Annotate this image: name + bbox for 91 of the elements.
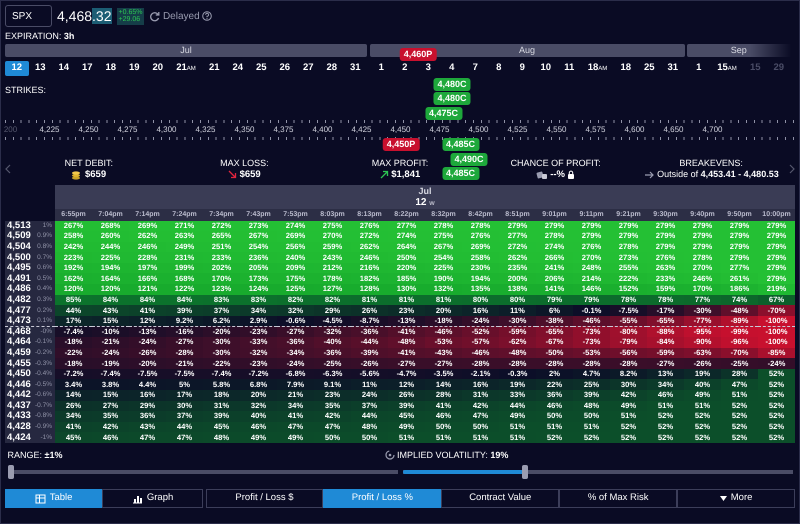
date-tab[interactable]: 1: [370, 61, 393, 76]
lock-icon: [567, 170, 576, 179]
stat-value: --%: [550, 169, 565, 180]
metric-tab[interactable]: Profit / Loss %: [323, 489, 442, 508]
strikes-label: STRIKES:: [5, 85, 46, 95]
axis-label: 4,525: [506, 124, 529, 136]
month-bar[interactable]: Sep: [687, 44, 790, 57]
date-tab[interactable]: 3: [416, 61, 440, 76]
chevron-left-icon: [5, 164, 11, 174]
stat-label: NET DEBIT:: [64, 158, 113, 168]
axis-label: 4,375: [272, 124, 295, 136]
date-tab[interactable]: 8: [487, 61, 510, 76]
axis-label: 4,325: [194, 124, 217, 136]
axis-label: 4,550: [545, 124, 568, 136]
symbol-field[interactable]: SPX: [5, 5, 52, 27]
axis-label: 4,450: [389, 124, 412, 136]
view-tab[interactable]: Graph: [102, 489, 203, 508]
date-tab[interactable]: 27: [296, 61, 320, 76]
date-tab[interactable]: 31: [661, 61, 684, 76]
arrow-down-right-icon: [228, 170, 238, 179]
strike-tag[interactable]: 4,460P: [400, 48, 436, 61]
slider-label: RANGE: ±1%: [8, 449, 62, 461]
chevron-right-icon: [789, 164, 795, 174]
table-icon: [34, 494, 46, 504]
axis-label: 4,225: [38, 124, 61, 136]
date-tab[interactable]: 11: [558, 61, 581, 76]
date-tab[interactable]: 7: [464, 61, 487, 76]
axis-label: 4,600: [623, 124, 646, 136]
stat-value: $659: [84, 169, 106, 180]
date-tab[interactable]: 20: [146, 61, 170, 76]
month-header: Jul: [55, 184, 795, 198]
coins-icon: [71, 170, 82, 180]
graph-icon: [132, 494, 143, 504]
caret-down-icon: [720, 496, 727, 501]
axis-label: 4,425: [350, 124, 373, 136]
axis-label: 4,500: [467, 124, 490, 136]
metric-tab[interactable]: Contract Value: [441, 489, 560, 508]
arrow-right-icon: [644, 170, 655, 178]
stat-value: $1,841: [391, 169, 420, 180]
axis-label: 4,250: [77, 124, 100, 136]
date-tab[interactable]: 1: [687, 61, 710, 76]
date-tab[interactable]: 28: [320, 61, 344, 76]
slider-thumb[interactable]: [522, 465, 528, 479]
date-tab[interactable]: 10: [534, 61, 558, 76]
axis-label: 4,650: [662, 124, 685, 136]
metric-tab[interactable]: % of Max Risk: [559, 489, 678, 508]
feed-status: Delayed: [162, 10, 200, 24]
stat-label: BREAKEVENS:: [679, 158, 743, 168]
axis-label: 4,475: [428, 124, 451, 136]
date-tab[interactable]: 2: [393, 61, 416, 76]
date-tab[interactable]: 25: [250, 61, 273, 76]
stat-label: CHANCE OF PROFIT:: [510, 158, 601, 168]
stat-value: $659: [240, 169, 261, 180]
axis-label: 4,575: [584, 124, 607, 136]
date-tab[interactable]: 26: [273, 61, 296, 76]
dice-icon: [536, 170, 548, 180]
date-tab[interactable]: 19: [122, 61, 146, 76]
axis-label: 4,300: [155, 124, 178, 136]
metric-tab[interactable]: Profit / Loss $: [206, 489, 324, 508]
refresh-icon: [149, 10, 160, 22]
date-tab[interactable]: 24: [226, 61, 250, 76]
date-tab[interactable]: 14: [52, 61, 76, 76]
stat-label: MAX LOSS:: [220, 158, 269, 168]
stat-value: Outside of 4,453.41 - 4,480.53: [657, 169, 779, 180]
metric-tab[interactable]: More: [677, 489, 796, 508]
month-bar[interactable]: Jul: [5, 44, 367, 57]
date-tab[interactable]: 17: [76, 61, 99, 76]
date-tab[interactable]: 13: [28, 61, 52, 76]
axis-label: 4,275: [116, 124, 139, 136]
gauge-icon: [384, 450, 394, 460]
axis-label: 4,400: [311, 124, 334, 136]
axis-label: 4,700: [701, 124, 724, 136]
date-tab[interactable]: 18: [99, 61, 122, 76]
date-tab[interactable]: 18: [614, 61, 638, 76]
view-tab[interactable]: Table: [5, 489, 102, 508]
price-text: 4,468.32: [57, 6, 112, 26]
slider-label: IMPLIED VOLATILITY: 19%: [397, 449, 508, 461]
axis-label: 4,350: [233, 124, 256, 136]
expiration-label: EXPIRATION: 3h: [5, 30, 76, 43]
axis-label: 200: [2, 124, 18, 136]
date-tab[interactable]: 25: [638, 61, 661, 76]
slider-thumb[interactable]: [8, 465, 14, 479]
stat-label: MAX PROFIT:: [372, 158, 428, 168]
strike-tag[interactable]: 4,450P: [382, 138, 420, 151]
arrow-up-right-icon: [380, 170, 389, 179]
date-tab[interactable]: 4: [440, 61, 464, 76]
date-tab[interactable]: 21: [202, 61, 226, 76]
date-tab[interactable]: 31: [344, 61, 367, 76]
help-icon: [202, 11, 212, 21]
date-tab[interactable]: 9: [510, 61, 534, 76]
date-tab[interactable]: 12: [5, 61, 28, 76]
